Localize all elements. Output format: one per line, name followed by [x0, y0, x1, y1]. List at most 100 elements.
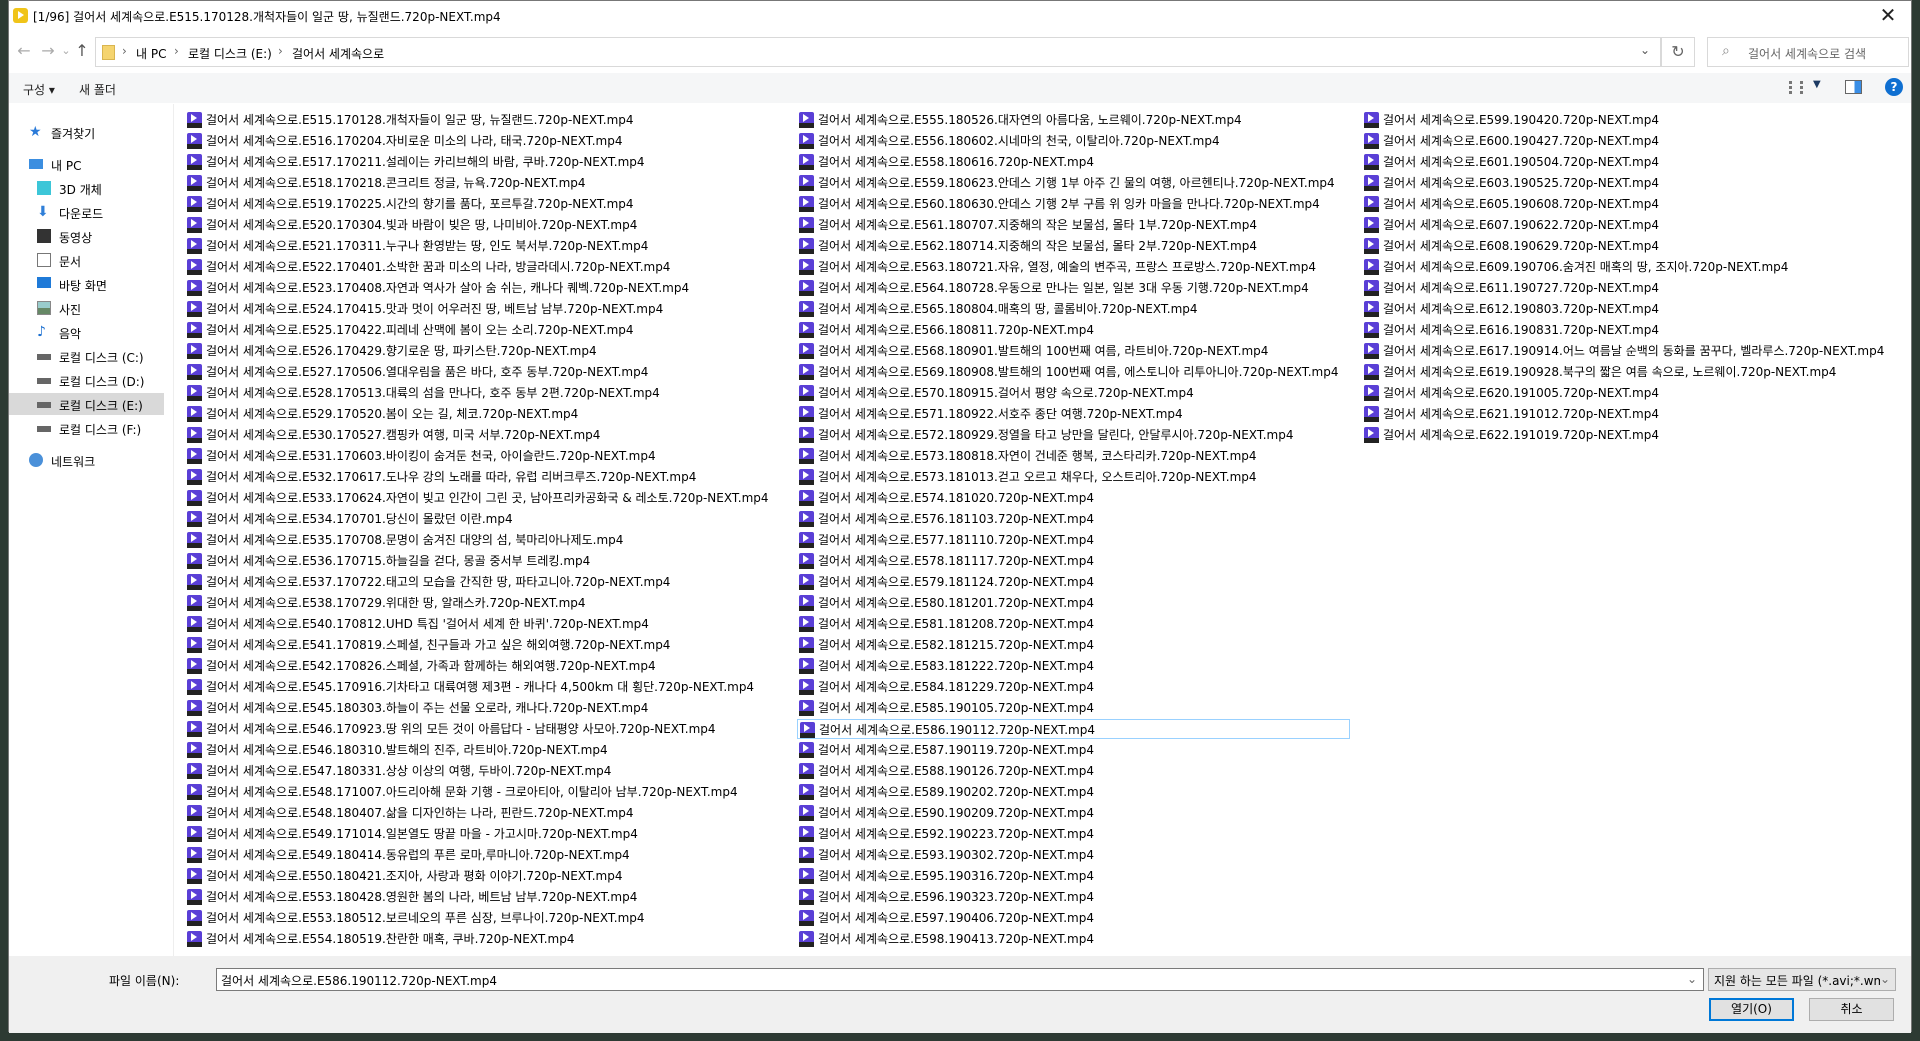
up-button[interactable]: ↑ — [73, 41, 91, 61]
file-item[interactable]: 걸어서 세계속으로.E528.170513.대륙의 섬을 만나다, 호주 동부 … — [185, 383, 660, 403]
help-icon[interactable]: ? — [1885, 78, 1903, 96]
file-item[interactable]: 걸어서 세계속으로.E549.180414.동유럽의 푸른 로마,루마니아.72… — [185, 845, 630, 865]
file-item[interactable]: 걸어서 세계속으로.E598.190413.720p-NEXT.mp4 — [797, 929, 1094, 949]
file-item[interactable]: 걸어서 세계속으로.E593.190302.720p-NEXT.mp4 — [797, 845, 1094, 865]
file-item[interactable]: 걸어서 세계속으로.E617.190914.어느 여름날 순백의 동화를 꿈꾸다… — [1362, 341, 1884, 361]
file-item[interactable]: 걸어서 세계속으로.E549.171014.일본열도 땅끝 마을 - 가고시마.… — [185, 824, 638, 844]
file-item[interactable]: 걸어서 세계속으로.E547.180331.상상 이상의 여행, 두바이.720… — [185, 761, 611, 781]
file-type-select[interactable]: 지원 하는 모든 파일 (*.avi;*.wm ⌄ — [1708, 968, 1896, 991]
file-item[interactable]: 걸어서 세계속으로.E532.170617.도나우 강의 노래를 따라, 유럽 … — [185, 467, 696, 487]
file-item[interactable]: 걸어서 세계속으로.E572.180929.정열을 타고 낭만을 달린다, 안달… — [797, 425, 1293, 445]
sidebar-item[interactable]: 로컬 디스크 (D:) — [9, 369, 164, 391]
file-item[interactable]: 걸어서 세계속으로.E581.181208.720p-NEXT.mp4 — [797, 614, 1094, 634]
file-item[interactable]: 걸어서 세계속으로.E563.180721.자유, 열정, 예술의 변주곡, 프… — [797, 257, 1316, 277]
sidebar-item[interactable]: 로컬 디스크 (F:) — [9, 417, 164, 439]
file-item[interactable]: 걸어서 세계속으로.E612.190803.720p-NEXT.mp4 — [1362, 299, 1659, 319]
sidebar-item[interactable]: 네트워크 — [9, 449, 164, 471]
address-bar[interactable]: › 내 PC › 로컬 디스크 (E:) › 걸어서 세계속으로 ⌄ — [95, 37, 1661, 67]
file-item[interactable]: 걸어서 세계속으로.E546.170923.땅 위의 모든 것이 아름답다 - … — [185, 719, 716, 739]
file-item[interactable]: 걸어서 세계속으로.E565.180804.매혹의 땅, 콜롬비아.720p-N… — [797, 299, 1198, 319]
file-item[interactable]: 걸어서 세계속으로.E562.180714.지중해의 작은 보물섬, 몰타 2부… — [797, 236, 1257, 256]
file-item[interactable]: 걸어서 세계속으로.E583.181222.720p-NEXT.mp4 — [797, 656, 1094, 676]
file-item[interactable]: 걸어서 세계속으로.E538.170729.위대한 땅, 알래스카.720p-N… — [185, 593, 586, 613]
file-item[interactable]: 걸어서 세계속으로.E515.170128.개척자들이 일군 땅, 뉴질랜드.7… — [185, 110, 634, 130]
file-item[interactable]: 걸어서 세계속으로.E580.181201.720p-NEXT.mp4 — [797, 593, 1094, 613]
file-item[interactable]: 걸어서 세계속으로.E577.181110.720p-NEXT.mp4 — [797, 530, 1094, 550]
file-item[interactable]: 걸어서 세계속으로.E607.190622.720p-NEXT.mp4 — [1362, 215, 1659, 235]
file-item[interactable]: 걸어서 세계속으로.E586.190112.720p-NEXT.mp4 — [797, 719, 1350, 739]
open-button[interactable]: 열기(O) — [1709, 998, 1794, 1021]
file-item[interactable]: 걸어서 세계속으로.E576.181103.720p-NEXT.mp4 — [797, 509, 1094, 529]
file-item[interactable]: 걸어서 세계속으로.E609.190706.숨겨진 매혹의 땅, 조지아.720… — [1362, 257, 1788, 277]
search-input[interactable]: ⌕ 걸어서 세계속으로 검색 — [1707, 37, 1909, 67]
preview-pane-icon[interactable] — [1845, 80, 1862, 94]
file-item[interactable]: 걸어서 세계속으로.E558.180616.720p-NEXT.mp4 — [797, 152, 1094, 172]
organize-button[interactable]: 구성 ▾ — [23, 81, 55, 98]
file-item[interactable]: 걸어서 세계속으로.E519.170225.시간의 향기를 품다, 포르투갈.7… — [185, 194, 634, 214]
file-item[interactable]: 걸어서 세계속으로.E573.180818.자연이 건네준 행복, 코스타리카.… — [797, 446, 1257, 466]
file-item[interactable]: 걸어서 세계속으로.E525.170422.피레네 산맥에 봄이 오는 소리.7… — [185, 320, 634, 340]
file-item[interactable]: 걸어서 세계속으로.E589.190202.720p-NEXT.mp4 — [797, 782, 1094, 802]
sidebar-item[interactable]: ♪ 음악 — [9, 321, 164, 343]
file-item[interactable]: 걸어서 세계속으로.E616.190831.720p-NEXT.mp4 — [1362, 320, 1659, 340]
file-item[interactable]: 걸어서 세계속으로.E529.170520.봄이 오는 길, 체코.720p-N… — [185, 404, 578, 424]
file-item[interactable]: 걸어서 세계속으로.E601.190504.720p-NEXT.mp4 — [1362, 152, 1659, 172]
file-item[interactable]: 걸어서 세계속으로.E579.181124.720p-NEXT.mp4 — [797, 572, 1094, 592]
filename-input[interactable]: 걸어서 세계속으로.E586.190112.720p-NEXT.mp4 ⌄ — [216, 968, 1704, 991]
file-item[interactable]: 걸어서 세계속으로.E569.180908.발트해의 100번째 여름, 에스토… — [797, 362, 1338, 382]
file-item[interactable]: 걸어서 세계속으로.E620.191005.720p-NEXT.mp4 — [1362, 383, 1659, 403]
file-item[interactable]: 걸어서 세계속으로.E590.190209.720p-NEXT.mp4 — [797, 803, 1094, 823]
file-item[interactable]: 걸어서 세계속으로.E588.190126.720p-NEXT.mp4 — [797, 761, 1094, 781]
file-item[interactable]: 걸어서 세계속으로.E585.190105.720p-NEXT.mp4 — [797, 698, 1094, 718]
file-item[interactable]: 걸어서 세계속으로.E517.170211.설레이는 카리브해의 바람, 쿠바.… — [185, 152, 645, 172]
file-item[interactable]: 걸어서 세계속으로.E561.180707.지중해의 작은 보물섬, 몰타 1부… — [797, 215, 1257, 235]
sidebar-item[interactable]: 내 PC — [9, 153, 164, 175]
file-item[interactable]: 걸어서 세계속으로.E595.190316.720p-NEXT.mp4 — [797, 866, 1094, 886]
file-item[interactable]: 걸어서 세계속으로.E622.191019.720p-NEXT.mp4 — [1362, 425, 1659, 445]
file-item[interactable]: 걸어서 세계속으로.E524.170415.맛과 멋이 어우러진 땅, 베트남 … — [185, 299, 663, 319]
close-button[interactable]: ✕ — [1865, 1, 1911, 31]
file-item[interactable]: 걸어서 세계속으로.E548.171007.아드리아해 문화 기행 - 크로아티… — [185, 782, 738, 802]
file-item[interactable]: 걸어서 세계속으로.E568.180901.발트해의 100번째 여름, 라트비… — [797, 341, 1268, 361]
file-item[interactable]: 걸어서 세계속으로.E605.190608.720p-NEXT.mp4 — [1362, 194, 1659, 214]
file-item[interactable]: 걸어서 세계속으로.E596.190323.720p-NEXT.mp4 — [797, 887, 1094, 907]
view-dropdown-button[interactable]: ▼ — [1813, 79, 1821, 90]
new-folder-button[interactable]: 새 폴더 — [79, 81, 116, 98]
file-item[interactable]: 걸어서 세계속으로.E603.190525.720p-NEXT.mp4 — [1362, 173, 1659, 193]
file-item[interactable]: 걸어서 세계속으로.E559.180623.안데스 기행 1부 아주 긴 물의 … — [797, 173, 1335, 193]
file-item[interactable]: 걸어서 세계속으로.E523.170408.자연과 역사가 살아 숨 쉬는, 캐… — [185, 278, 689, 298]
file-item[interactable]: 걸어서 세계속으로.E619.190928.북구의 짧은 여름 속으로, 노르웨… — [1362, 362, 1836, 382]
file-item[interactable]: 걸어서 세계속으로.E526.170429.향기로운 땅, 파키스탄.720p-… — [185, 341, 597, 361]
file-item[interactable]: 걸어서 세계속으로.E566.180811.720p-NEXT.mp4 — [797, 320, 1094, 340]
file-item[interactable]: 걸어서 세계속으로.E570.180915.걸어서 평양 속으로.720p-NE… — [797, 383, 1194, 403]
file-item[interactable]: 걸어서 세계속으로.E545.170916.기차타고 대륙여행 제3편 - 캐나… — [185, 677, 754, 697]
file-item[interactable]: 걸어서 세계속으로.E592.190223.720p-NEXT.mp4 — [797, 824, 1094, 844]
breadcrumb-current-folder[interactable]: 걸어서 세계속으로 — [292, 45, 384, 62]
file-item[interactable]: 걸어서 세계속으로.E530.170527.캠핑카 여행, 미국 서부.720p… — [185, 425, 600, 445]
file-item[interactable]: 걸어서 세계속으로.E540.170812.UHD 특집 '걸어서 세계 한 바… — [185, 614, 649, 634]
file-item[interactable]: 걸어서 세계속으로.E556.180602.시네마의 천국, 이탈리아.720p… — [797, 131, 1220, 151]
sidebar-item[interactable]: ⬇ 다운로드 — [9, 201, 164, 223]
file-item[interactable]: 걸어서 세계속으로.E600.190427.720p-NEXT.mp4 — [1362, 131, 1659, 151]
chevron-down-icon[interactable]: ⌄ — [1687, 972, 1697, 986]
sidebar-item[interactable]: 사진 — [9, 297, 164, 319]
sidebar-item[interactable]: ★ 즐겨찾기 — [9, 121, 164, 143]
file-item[interactable]: 걸어서 세계속으로.E578.181117.720p-NEXT.mp4 — [797, 551, 1094, 571]
chevron-down-icon[interactable]: ⌄ — [1640, 43, 1650, 57]
file-item[interactable]: 걸어서 세계속으로.E541.170819.스페셜, 친구들과 가고 싶은 해외… — [185, 635, 670, 655]
sidebar-item[interactable]: 로컬 디스크 (C:) — [9, 345, 164, 367]
sidebar-item[interactable]: 바탕 화면 — [9, 273, 164, 295]
file-item[interactable]: 걸어서 세계속으로.E520.170304.빛과 바람이 빚은 땅, 나미비아.… — [185, 215, 637, 235]
file-item[interactable]: 걸어서 세계속으로.E573.181013.걷고 오르고 채우다, 오스트리아.… — [797, 467, 1257, 487]
file-item[interactable]: 걸어서 세계속으로.E535.170708.문명이 숨겨진 대양의 섬, 북마리… — [185, 530, 623, 550]
file-item[interactable]: 걸어서 세계속으로.E574.181020.720p-NEXT.mp4 — [797, 488, 1094, 508]
file-item[interactable]: 걸어서 세계속으로.E531.170603.바이킹이 숨겨둔 천국, 아이슬란드… — [185, 446, 656, 466]
refresh-button[interactable]: ↻ — [1661, 37, 1695, 67]
file-item[interactable]: 걸어서 세계속으로.E542.170826.스페셜, 가족과 함께하는 해외여행… — [185, 656, 656, 676]
file-item[interactable]: 걸어서 세계속으로.E527.170506.열대우림을 품은 바다, 호주 동부… — [185, 362, 648, 382]
file-item[interactable]: 걸어서 세계속으로.E560.180630.안데스 기행 2부 구름 위 잉카 … — [797, 194, 1320, 214]
file-item[interactable]: 걸어서 세계속으로.E608.190629.720p-NEXT.mp4 — [1362, 236, 1659, 256]
file-item[interactable]: 걸어서 세계속으로.E611.190727.720p-NEXT.mp4 — [1362, 278, 1659, 298]
file-item[interactable]: 걸어서 세계속으로.E587.190119.720p-NEXT.mp4 — [797, 740, 1094, 760]
file-item[interactable]: 걸어서 세계속으로.E533.170624.자연이 빚고 인간이 그린 곳, 남… — [185, 488, 769, 508]
